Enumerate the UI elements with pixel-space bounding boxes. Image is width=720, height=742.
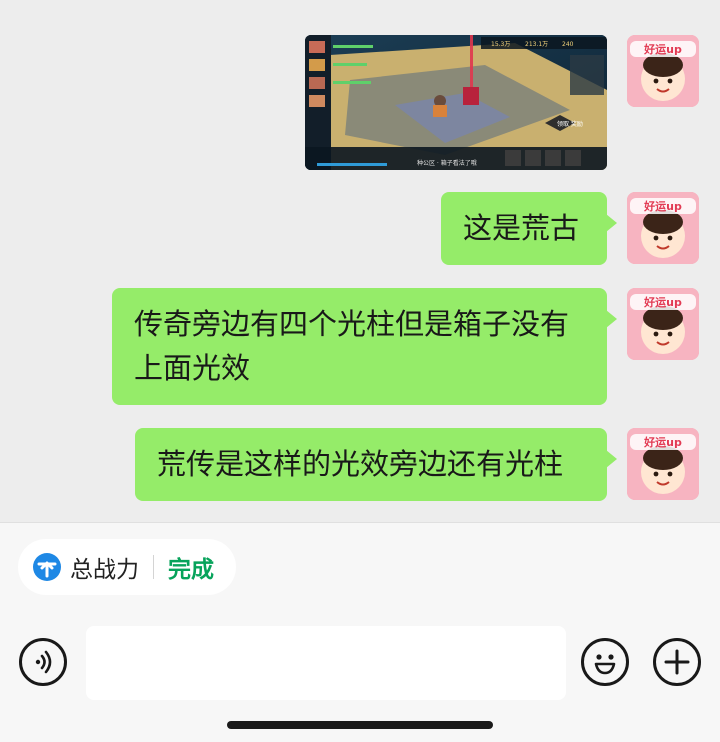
chat-area: 15.3万 213.1万 240 领取 奖励 种公区 · 箱子看法了哦 好运up bbox=[0, 0, 720, 522]
message-bubble[interactable]: 传奇旁边有四个光柱但是箱子没有 上面光效 bbox=[112, 288, 617, 405]
sticker-avatar-image: 好运up bbox=[627, 288, 699, 360]
sticker-avatar-image: 好运up bbox=[627, 192, 699, 264]
sticker-text: 好运up bbox=[643, 42, 682, 56]
chip-divider bbox=[153, 555, 154, 579]
message-input[interactable] bbox=[86, 626, 566, 700]
emoji-button[interactable] bbox=[581, 638, 629, 686]
plus-icon bbox=[664, 649, 690, 675]
game-stat-1: 15.3万 bbox=[491, 41, 510, 48]
input-panel: 总战力 完成 bbox=[0, 522, 720, 742]
game-screenshot-image: 15.3万 213.1万 240 领取 奖励 种公区 · 箱子看法了哦 bbox=[305, 35, 607, 170]
up-arrow-icon bbox=[33, 553, 61, 581]
avatar[interactable]: 好运up bbox=[627, 192, 699, 264]
message-bubble[interactable]: 这是荒古 bbox=[441, 192, 617, 265]
message-bubble[interactable]: 荒传是这样的光效旁边还有光柱 bbox=[135, 428, 617, 501]
game-side-label: 领取 奖励 bbox=[557, 120, 583, 128]
sticker-text: 好运up bbox=[643, 435, 682, 449]
message-text: 荒传是这样的光效旁边还有光柱 bbox=[157, 447, 564, 481]
add-button[interactable] bbox=[653, 638, 701, 686]
game-tip: 种公区 · 箱子看法了哦 bbox=[417, 159, 477, 167]
message-text-line: 传奇旁边有四个光柱但是箱子没有 bbox=[134, 307, 570, 341]
avatar[interactable]: 好运up bbox=[627, 428, 699, 500]
game-stat-2: 213.1万 bbox=[525, 41, 548, 48]
image-message[interactable]: 15.3万 213.1万 240 领取 奖励 种公区 · 箱子看法了哦 bbox=[305, 35, 607, 170]
avatar[interactable]: 好运up bbox=[627, 35, 699, 107]
sticker-text: 好运up bbox=[643, 199, 682, 213]
chip-label: 总战力 bbox=[70, 557, 139, 583]
message-text-line: 上面光效 bbox=[134, 351, 251, 385]
sticker-text: 好运up bbox=[643, 295, 682, 309]
chip-status: 完成 bbox=[168, 557, 214, 583]
emoji-icon bbox=[594, 654, 616, 675]
game-stat-3: 240 bbox=[562, 41, 574, 48]
task-chip[interactable]: 总战力 完成 bbox=[18, 539, 236, 595]
sticker-avatar-image: 好运up bbox=[627, 35, 699, 107]
home-indicator[interactable] bbox=[227, 721, 493, 729]
avatar[interactable]: 好运up bbox=[627, 288, 699, 360]
sticker-avatar-image: 好运up bbox=[627, 428, 699, 500]
voice-button[interactable] bbox=[19, 638, 67, 686]
voice-icon bbox=[35, 650, 52, 674]
message-text: 这是荒古 bbox=[463, 211, 580, 245]
